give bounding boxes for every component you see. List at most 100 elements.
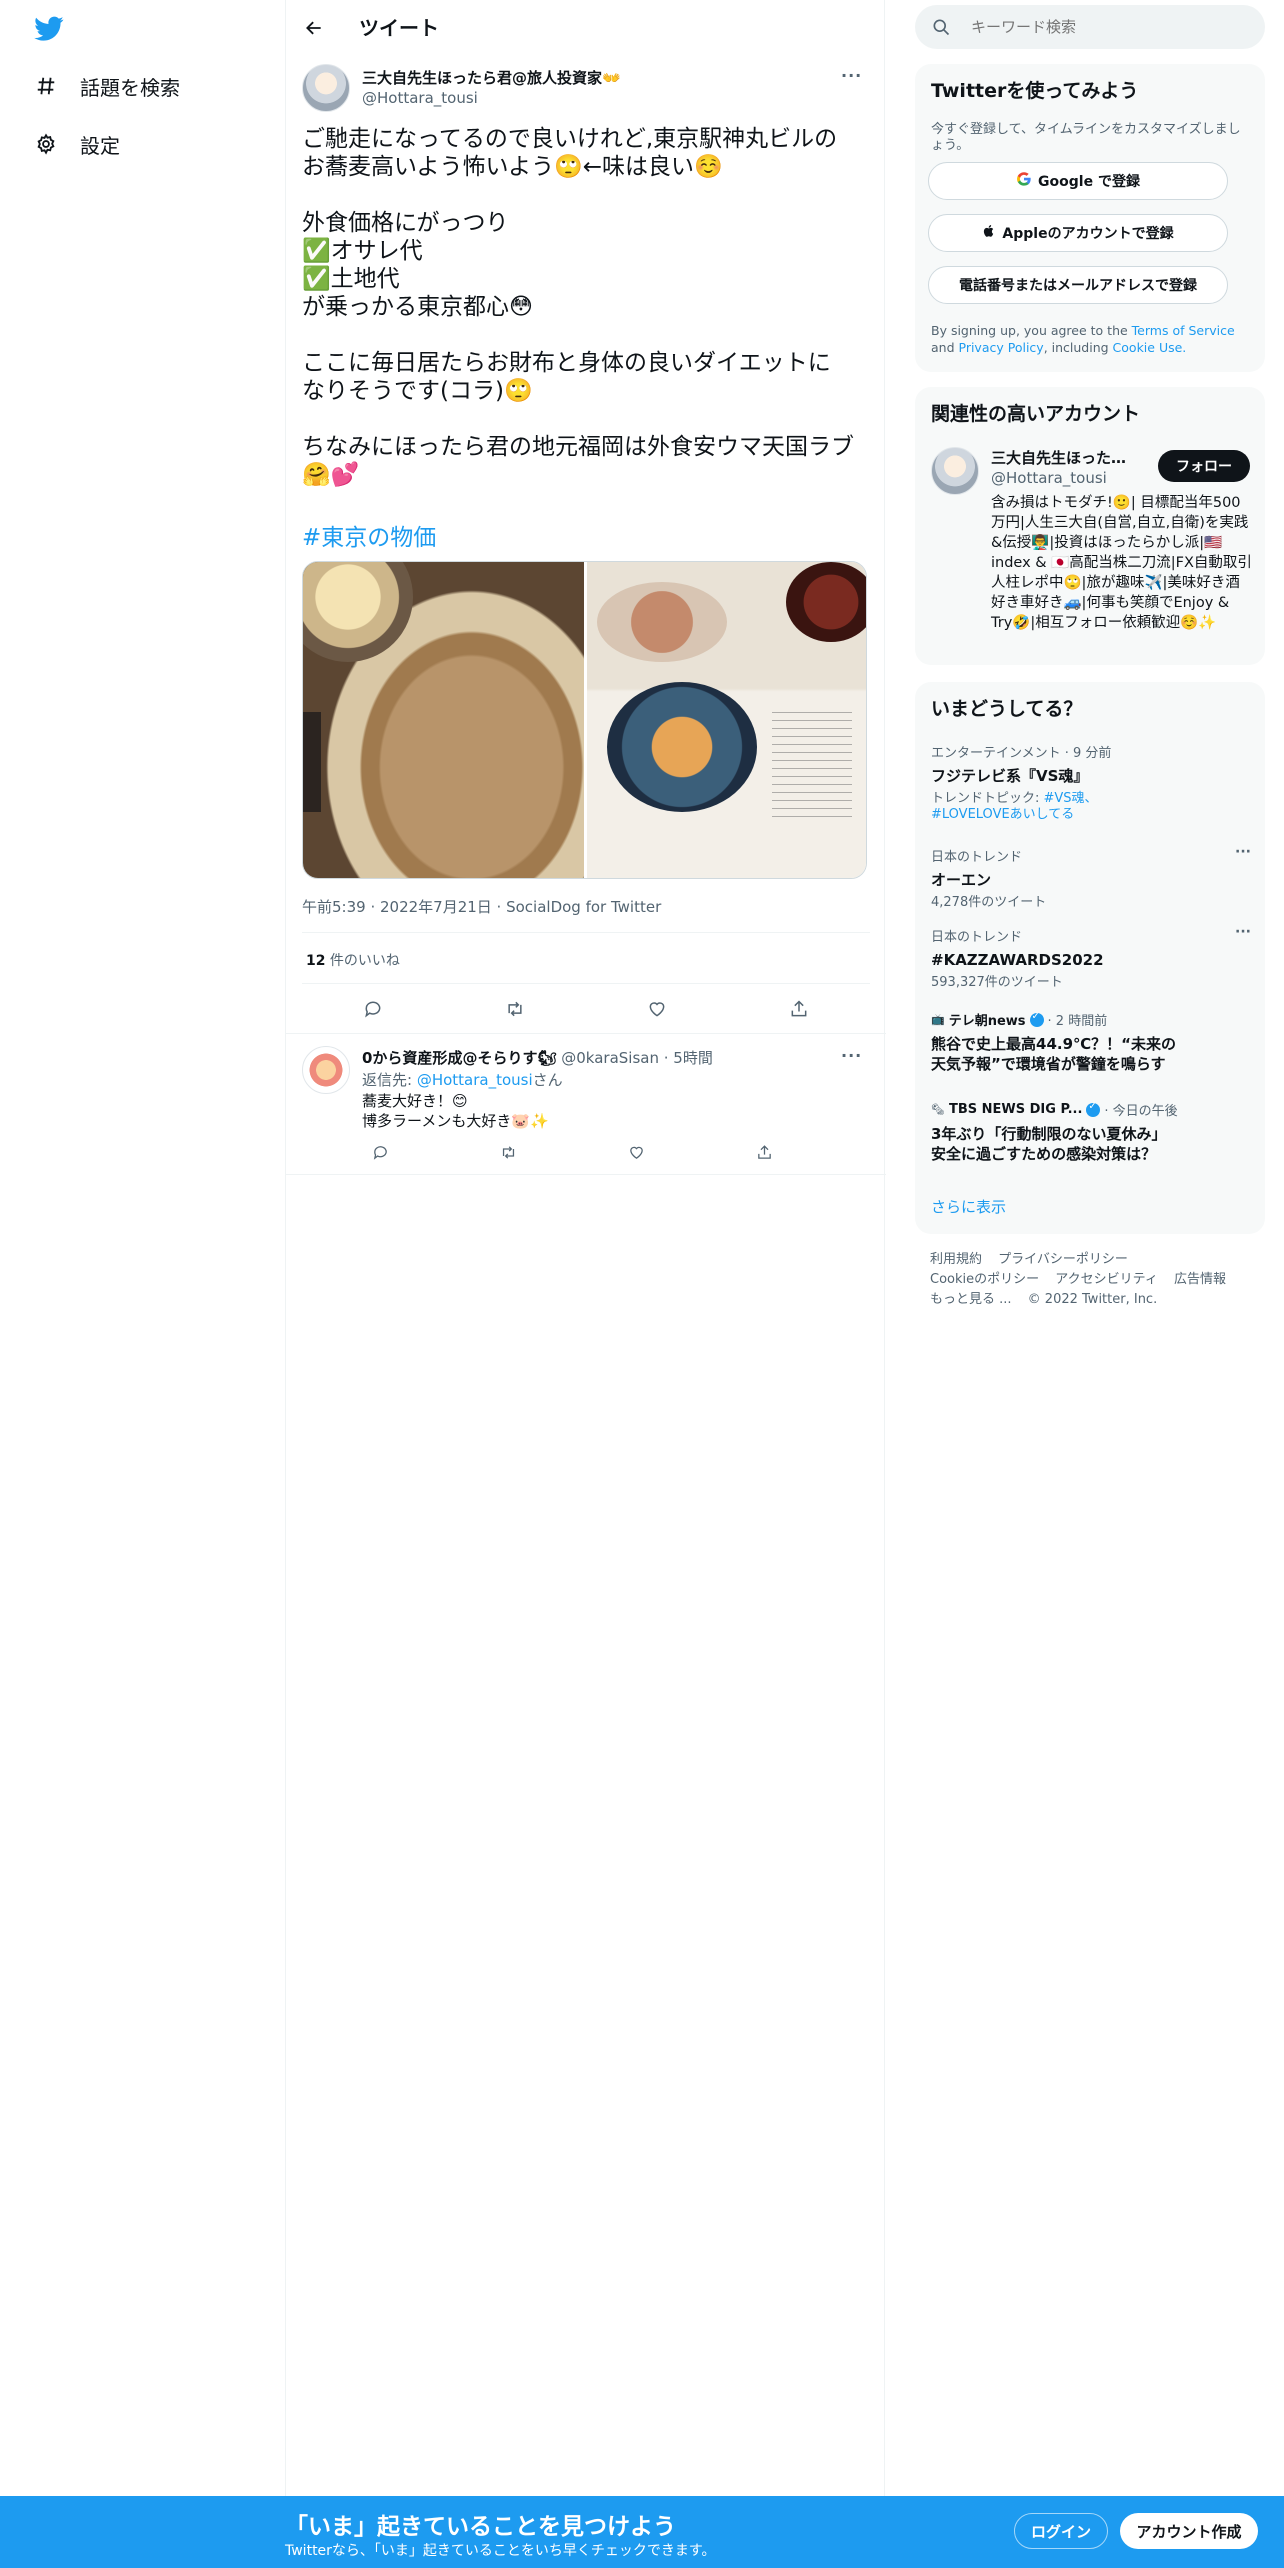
menu-text-decor <box>772 712 852 822</box>
nav-explore[interactable]: 話題を検索 <box>34 66 180 106</box>
terms-link[interactable]: Terms of Service <box>1132 323 1235 338</box>
news-item[interactable]: 🗞TBS NEWS DIG P... · 今日の午後 3年ぶり「行動制限のない夏… <box>931 1100 1181 1164</box>
divider <box>286 1033 886 1034</box>
search-box[interactable] <box>915 5 1265 49</box>
footer-link[interactable]: もっと見る ... <box>930 1290 1012 1310</box>
relevant-title: 関連性の高いアカウント <box>931 403 1141 425</box>
trend-item[interactable]: 日本のトレンド #KAZZAWARDS2022 593,327件のツイート <box>931 926 1251 991</box>
news-logo-icon: 🗞 <box>931 1103 945 1116</box>
trend-count: 4,278件のツイート <box>931 895 1047 910</box>
news-headline: 3年ぶり「行動制限のない夏休み」安全に過ごすための感染対策は？ <box>931 1125 1167 1163</box>
share-icon[interactable] <box>781 991 817 1027</box>
reply-suffix: さん <box>532 1071 563 1089</box>
relevant-avatar[interactable] <box>931 447 979 495</box>
copyright: © 2022 Twitter, Inc. <box>1027 1292 1158 1307</box>
reply-actions <box>362 1134 782 1170</box>
tweet-text: ご馳走になってるので良いけれど,東京駅神丸ビルの お蕎麦高いよう怖いよう🙄←味は… <box>302 126 854 488</box>
footer-link[interactable]: 広告情報 <box>1174 1270 1226 1290</box>
verified-icon <box>1029 1011 1044 1027</box>
reply-to-link[interactable]: @Hottara_tousi <box>417 1071 533 1089</box>
signup-banner: 「いま」起きていることを見つけよう Twitterなら、「いま」起きていることを… <box>0 2496 1284 2568</box>
footer-link[interactable]: プライバシーポリシー <box>998 1250 1128 1270</box>
reply-icon[interactable] <box>355 991 391 1027</box>
twitter-bird-icon[interactable] <box>34 16 64 42</box>
reply-handle-time: @0karaSisan · 5時間 <box>556 1049 713 1067</box>
likes-count[interactable]: 12 件のいいね <box>306 950 400 970</box>
like-icon[interactable] <box>618 1134 654 1170</box>
verified-icon <box>1086 1101 1101 1117</box>
trend-more-icon[interactable]: ··· <box>1235 924 1251 940</box>
tweet-media[interactable] <box>302 561 867 879</box>
trend-item[interactable]: 日本のトレンド オーエン 4,278件のツイート <box>931 846 1251 911</box>
trend-item[interactable]: エンターテインメント · 9 分前 フジテレビ系『VS魂』 トレンドトピック: … <box>931 742 1251 823</box>
search-icon <box>931 17 951 41</box>
more-options-icon[interactable]: ··· <box>841 66 862 85</box>
reply-author-name: 0から資産形成@そらりす🐿 <box>362 1049 557 1067</box>
footer-link[interactable]: Cookieのポリシー <box>930 1270 1039 1290</box>
menu-photo[interactable] <box>587 562 866 878</box>
dish-decor <box>786 562 866 642</box>
relevant-name[interactable]: 三大自先生ほったら君@旅人投資家👐 <box>991 447 1141 468</box>
reply-avatar[interactable] <box>302 1046 350 1094</box>
main-column: ツイート 三大自先生ほったら君@旅人投資家👐 @Hottara_tousi ··… <box>285 0 886 2568</box>
tweet-hashtag[interactable]: #東京の物価 <box>302 518 436 552</box>
author-avatar[interactable] <box>302 64 350 112</box>
news-source: 🗞TBS NEWS DIG P... · 今日の午後 <box>931 1100 1181 1120</box>
tweet-actions <box>302 991 870 1027</box>
author-name[interactable]: 三大自先生ほったら君@旅人投資家👐 <box>362 67 621 88</box>
login-button[interactable]: ログイン <box>1014 2513 1108 2549</box>
apple-signup-button[interactable]: Appleのアカウントで登録 <box>928 214 1228 252</box>
retweet-icon[interactable] <box>490 1134 526 1170</box>
trend-topics: トレンドトピック: #VS魂、#LOVELOVEあいしてる <box>931 791 1111 823</box>
reply-icon[interactable] <box>362 1134 398 1170</box>
like-icon[interactable] <box>639 991 675 1027</box>
footer-link[interactable]: アクセシビリティ <box>1055 1270 1158 1290</box>
dish-decor <box>607 682 757 812</box>
news-item[interactable]: 📺テレ朝news · 2 時間前 熊谷で史上最高44.9℃？！“未来の天気予報”… <box>931 1010 1181 1074</box>
divider <box>286 1174 886 1175</box>
author-handle[interactable]: @Hottara_tousi <box>362 89 478 107</box>
nav-settings[interactable]: 設定 <box>34 124 120 164</box>
trend-more-icon[interactable]: ··· <box>1235 844 1251 860</box>
share-icon[interactable] <box>746 1134 782 1170</box>
tweet-timestamp[interactable]: 午前5:39 · 2022年7月21日 · SocialDog for Twit… <box>302 896 661 917</box>
news-logo-icon: 📺 <box>931 1013 945 1026</box>
google-signup-button[interactable]: Google で登録 <box>928 162 1228 200</box>
signup-legal: By signing up, you agree to the Terms of… <box>931 322 1251 356</box>
show-more-link[interactable]: さらに表示 <box>931 1196 1006 1217</box>
trends-title: いまどうしてる？ <box>931 698 1083 720</box>
reply-author[interactable]: 0から資産形成@そらりす🐿 @0karaSisan · 5時間 <box>362 1047 713 1068</box>
footer-link[interactable]: 利用規約 <box>930 1250 982 1270</box>
divider <box>302 983 870 984</box>
create-account-button[interactable]: アカウント作成 <box>1120 2513 1258 2549</box>
legal-prefix: By signing up, you agree to the <box>931 323 1132 338</box>
trend-name: フジテレビ系『VS魂』 <box>931 767 1089 785</box>
likes-label: 件のいいね <box>325 953 400 969</box>
banner-headline: 「いま」起きていることを見つけよう <box>285 2514 676 2540</box>
trend-category: 日本のトレンド <box>931 850 1023 865</box>
google-icon <box>1016 171 1032 191</box>
soba-photo[interactable] <box>303 562 584 878</box>
nav-explore-label: 話題を検索 <box>80 75 180 100</box>
reply-more-options-icon[interactable]: ··· <box>841 1046 862 1065</box>
legal-and: and <box>931 340 959 355</box>
relevant-bio: 含み損はトモダチ!🙂| 目標配当年500万円|人生三大自(自営,自立,自衛)を実… <box>991 495 1252 631</box>
apple-icon <box>982 223 996 243</box>
trend-topic-prefix: トレンドトピック: <box>931 791 1044 806</box>
privacy-link[interactable]: Privacy Policy <box>959 340 1044 355</box>
retweet-icon[interactable] <box>497 991 533 1027</box>
signup-card: Twitterを使ってみよう 今すぐ登録して、タイムラインをカスタマイズしましょ… <box>915 64 1265 372</box>
phone-email-signup-button[interactable]: 電話番号またはメールアドレスで登録 <box>928 266 1228 304</box>
back-arrow-icon[interactable] <box>300 14 328 42</box>
follow-button[interactable]: フォロー <box>1158 450 1250 482</box>
footer-links: 利用規約 プライバシーポリシー Cookieのポリシー アクセシビリティ 広告情… <box>930 1250 1260 1310</box>
trend-category: エンターテインメント · 9 分前 <box>931 746 1112 761</box>
trend-name: #KAZZAWARDS2022 <box>931 951 1104 969</box>
cookie-link[interactable]: Cookie Use. <box>1113 340 1187 355</box>
apple-signup-label: Appleのアカウントで登録 <box>1002 226 1174 242</box>
search-input[interactable] <box>971 16 1241 38</box>
reply-to-line: 返信先: @Hottara_tousiさん <box>362 1069 563 1090</box>
banner-subline: Twitterなら、「いま」起きていることをいち早くチェックできます。 <box>285 2543 716 2559</box>
likes-number: 12 <box>306 953 326 969</box>
relevant-handle[interactable]: @Hottara_tousi <box>991 469 1107 487</box>
